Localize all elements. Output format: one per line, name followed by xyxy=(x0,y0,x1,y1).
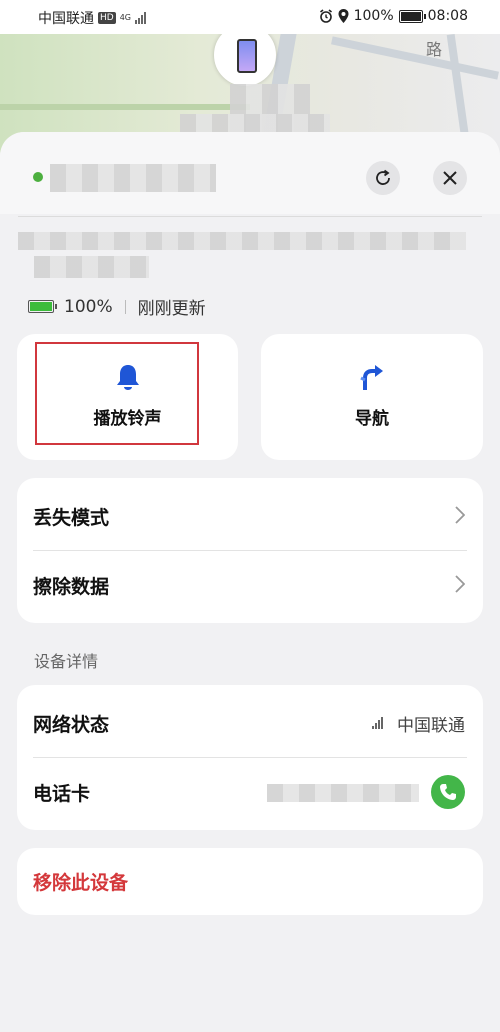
network-carrier: 中国联通 xyxy=(397,715,465,736)
status-right: 100% 08:08 xyxy=(319,8,468,24)
device-battery-percent: 100% xyxy=(64,296,113,317)
status-bar: 中国联通 HD 4G 100% 08:08 xyxy=(0,0,500,34)
separator xyxy=(124,299,126,314)
clock: 08:08 xyxy=(427,8,468,24)
close-button[interactable] xyxy=(433,161,467,195)
updated-time: 刚刚更新 xyxy=(137,299,206,319)
chevron-right-icon xyxy=(455,506,465,524)
refresh-button[interactable] xyxy=(366,161,400,195)
network-type-badge: 4G xyxy=(119,13,131,22)
device-thumbnail xyxy=(237,39,257,73)
battery-percent: 100% xyxy=(353,8,394,24)
location-icon xyxy=(338,9,349,23)
address-redacted xyxy=(18,232,466,250)
call-button[interactable] xyxy=(431,775,465,809)
erase-data-label: 擦除数据 xyxy=(33,575,110,598)
erase-data-row[interactable]: 擦除数据 xyxy=(17,551,483,619)
signal-icon xyxy=(372,717,383,729)
device-name-redacted xyxy=(50,164,216,192)
network-status-value: 中国联通 xyxy=(372,711,465,736)
device-battery-icon xyxy=(28,300,57,313)
status-left: 中国联通 HD 4G xyxy=(38,8,146,28)
sheet-grabber[interactable] xyxy=(220,140,280,148)
map-road xyxy=(331,36,499,80)
device-location-marker[interactable] xyxy=(214,34,276,86)
chevron-right-icon xyxy=(455,575,465,593)
header-divider xyxy=(18,216,482,217)
sheet-header xyxy=(0,132,500,214)
carrier-name: 中国联通 xyxy=(38,11,94,27)
remove-device-button[interactable]: 移除此设备 xyxy=(17,848,483,915)
sim-card-label: 电话卡 xyxy=(33,782,91,805)
address-redacted xyxy=(34,256,149,278)
online-status-dot xyxy=(33,172,43,182)
phone-icon xyxy=(440,784,456,800)
remove-device-label: 移除此设备 xyxy=(33,872,129,894)
alarm-icon xyxy=(319,9,332,23)
hd-badge: HD xyxy=(98,12,116,24)
lost-mode-row[interactable]: 丢失模式 xyxy=(17,482,483,550)
network-status-label: 网络状态 xyxy=(33,713,110,736)
security-options-card: 丢失模式 擦除数据 xyxy=(17,478,483,623)
close-icon xyxy=(443,171,457,185)
battery-icon xyxy=(398,9,426,23)
device-details-heading: 设备详情 xyxy=(34,652,99,671)
battery-status-row: 100% 刚刚更新 xyxy=(28,294,206,319)
refresh-icon xyxy=(376,169,390,185)
map-road-label: 路 xyxy=(425,40,442,59)
phone-number-redacted xyxy=(267,784,419,802)
turn-right-arrow-icon xyxy=(360,365,383,390)
navigate-button[interactable]: 导航 xyxy=(261,334,483,460)
device-details-card: 网络状态 中国联通 电话卡 xyxy=(17,685,483,830)
navigate-label: 导航 xyxy=(355,409,389,429)
signal-icon xyxy=(135,12,146,24)
highlight-annotation xyxy=(35,342,199,445)
lost-mode-label: 丢失模式 xyxy=(33,506,110,529)
map-road xyxy=(0,104,250,110)
network-status-row: 网络状态 中国联通 xyxy=(17,689,483,757)
sim-card-row: 电话卡 xyxy=(17,758,483,826)
